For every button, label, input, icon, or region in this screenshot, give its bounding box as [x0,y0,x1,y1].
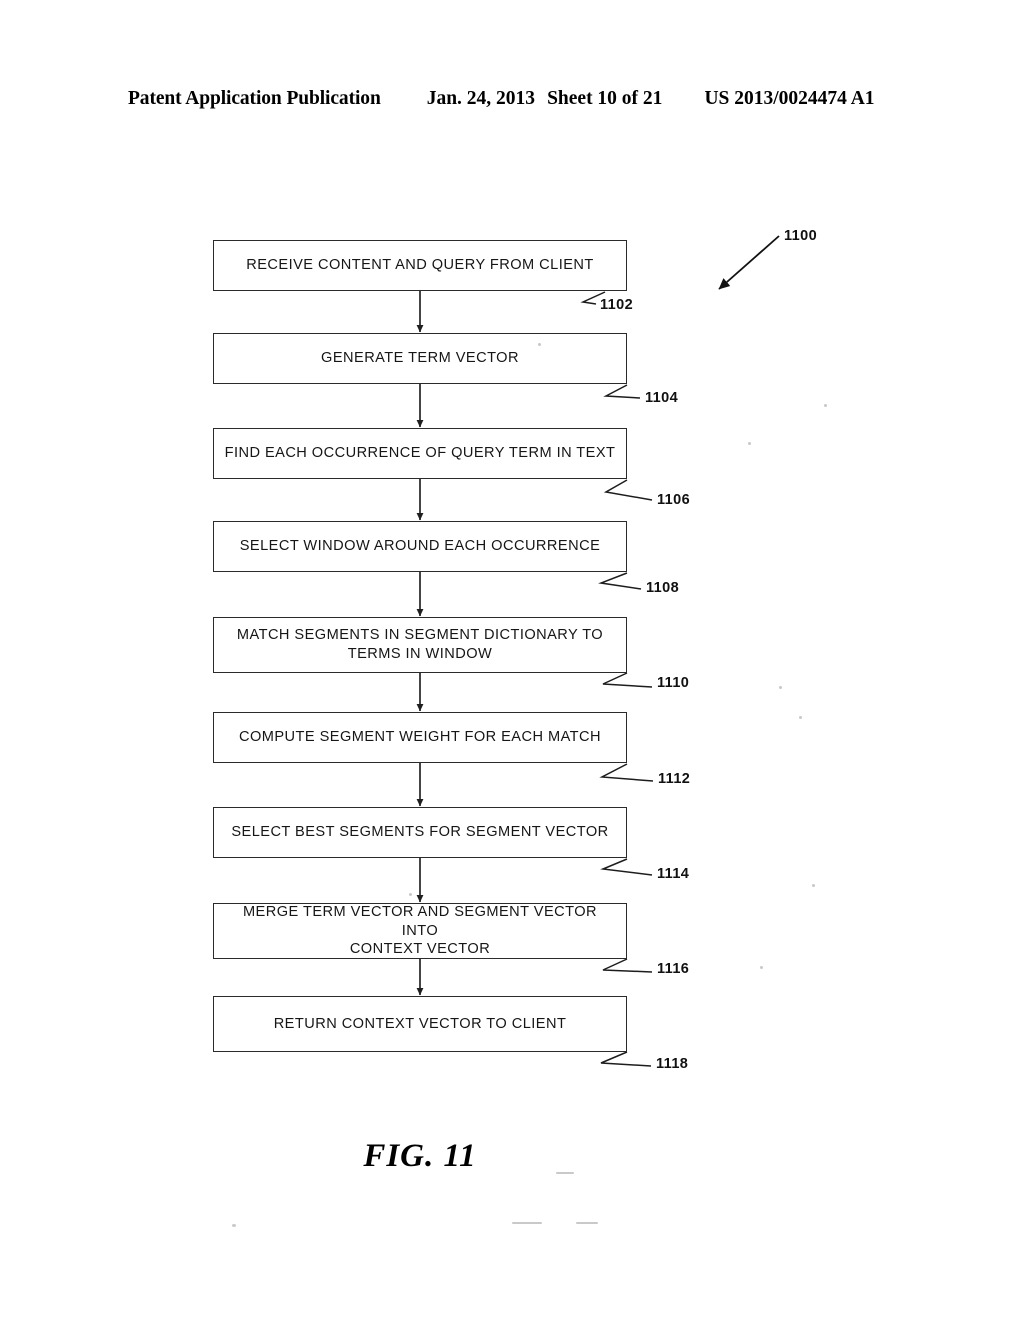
scan-speckle [812,884,815,887]
diagram-ref-arrow [718,235,780,290]
process-box-1108: SELECT WINDOW AROUND EACH OCCURRENCE [213,521,627,572]
scan-speckle [799,716,802,719]
scan-speckle [748,442,751,445]
reference-number-1104: 1104 [645,390,679,406]
process-box-1118: RETURN CONTEXT VECTOR TO CLIENT [213,996,627,1052]
scan-speckle [779,686,782,689]
scan-speckle [232,1224,236,1227]
process-box-label: FIND EACH OCCURRENCE OF QUERY TERM IN TE… [224,445,616,462]
process-box-label: SELECT BEST SEGMENTS FOR SEGMENT VECTOR [231,824,609,841]
process-box-label: MERGE TERM VECTOR AND SEGMENT VECTOR INT… [242,904,598,958]
figure-caption: FIG. 11 [363,1138,477,1174]
reference-number-1112: 1112 [658,771,691,787]
leader-line-1110 [602,672,653,688]
flowchart-diagram: RECEIVE CONTENT AND QUERY FROM CLIENT 110… [0,0,1024,1320]
process-box-label: RETURN CONTEXT VECTOR TO CLIENT [273,1015,567,1032]
process-box-1106: FIND EACH OCCURRENCE OF QUERY TERM IN TE… [213,428,627,479]
reference-number-1106: 1106 [657,492,691,508]
scan-speckle [576,1222,598,1224]
leader-line-1114 [600,858,653,876]
reference-number-1108: 1108 [646,580,680,596]
scan-speckle [538,343,541,346]
process-box-label: MATCH SEGMENTS IN SEGMENT DICTIONARY TO … [236,627,604,662]
process-box-1102: RECEIVE CONTENT AND QUERY FROM CLIENT [213,240,627,291]
process-box-1110: MATCH SEGMENTS IN SEGMENT DICTIONARY TO … [213,617,627,673]
scan-speckle [760,966,763,969]
scan-speckle [824,404,827,407]
scan-speckle [409,893,412,896]
diagram-reference-number: 1100 [784,228,818,244]
reference-number-1102: 1102 [600,297,634,313]
leader-line-1112 [599,763,654,782]
leader-line-1104 [603,384,641,399]
leader-line-1106 [603,479,653,501]
process-box-label: SELECT WINDOW AROUND EACH OCCURRENCE [239,538,601,555]
process-box-1104: GENERATE TERM VECTOR [213,333,627,384]
process-box-1112: COMPUTE SEGMENT WEIGHT FOR EACH MATCH [213,712,627,763]
leader-line-1116 [602,958,653,973]
reference-number-1116: 1116 [657,961,690,977]
leader-line-1108 [598,572,642,590]
scan-speckle [556,1172,574,1174]
scan-speckle [512,1222,542,1224]
process-box-label: GENERATE TERM VECTOR [321,350,519,367]
process-box-label: RECEIVE CONTENT AND QUERY FROM CLIENT [246,257,594,274]
process-box-1114: SELECT BEST SEGMENTS FOR SEGMENT VECTOR [213,807,627,858]
process-box-1116: MERGE TERM VECTOR AND SEGMENT VECTOR INT… [213,903,627,959]
leader-line-1118 [600,1051,652,1067]
reference-number-1114: 1114 [657,866,690,882]
process-box-label: COMPUTE SEGMENT WEIGHT FOR EACH MATCH [238,729,602,746]
reference-number-1118: 1118 [656,1056,689,1072]
reference-number-1110: 1110 [657,675,690,691]
